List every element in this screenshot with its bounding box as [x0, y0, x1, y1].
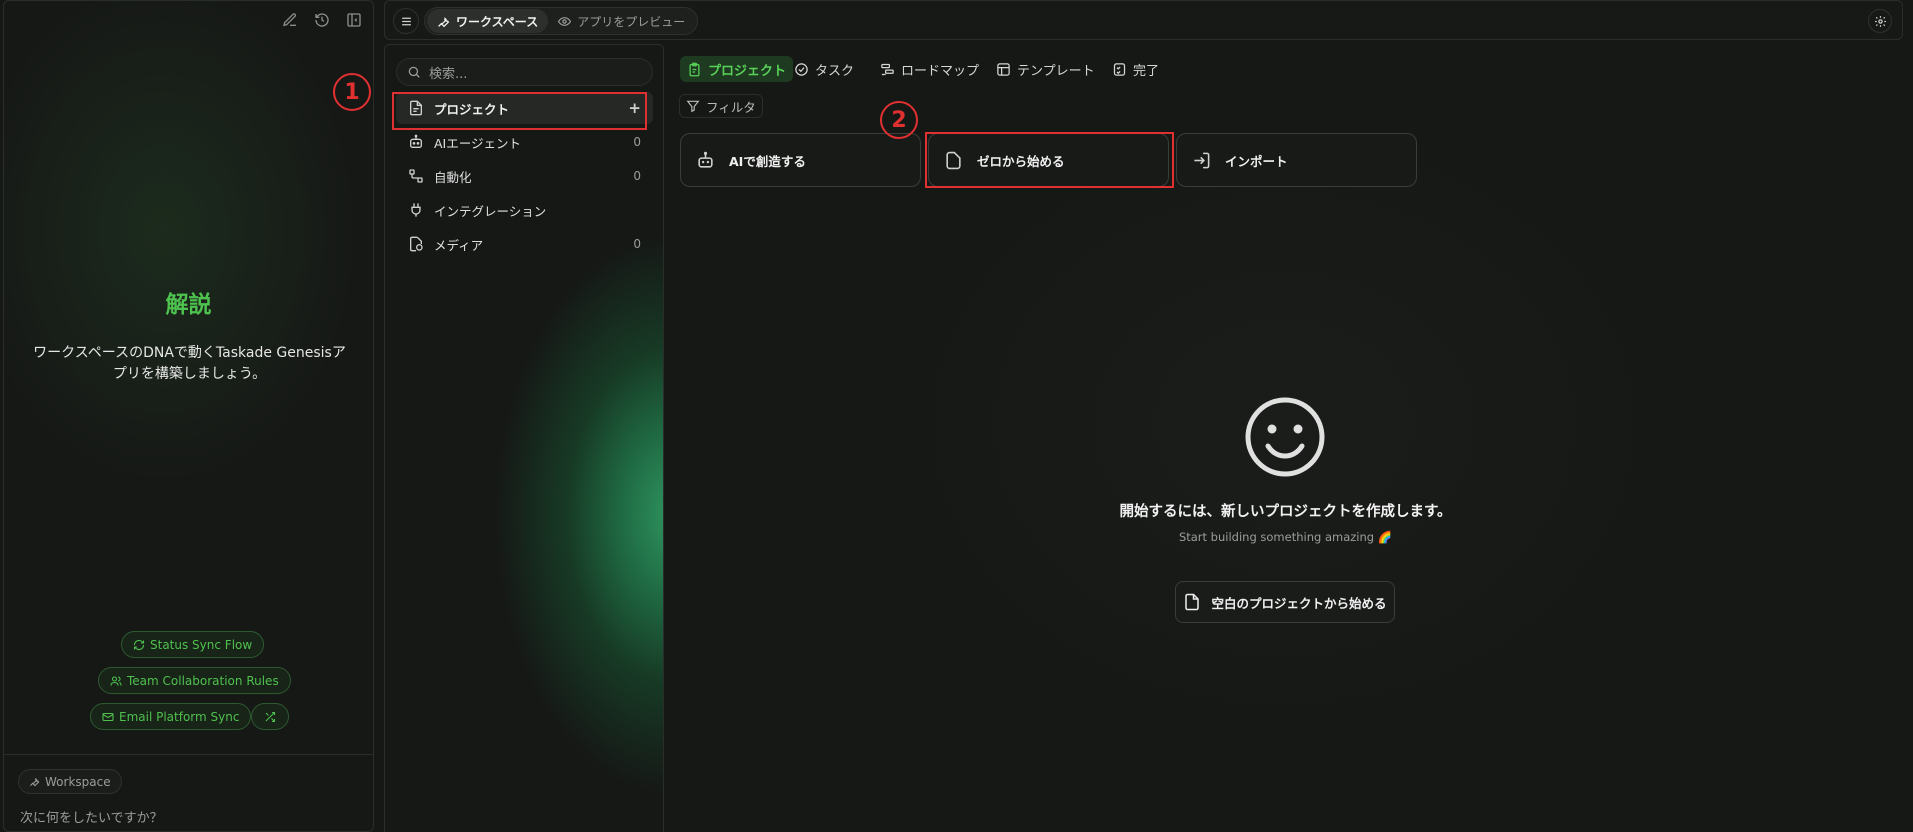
top-bar: ワークスペース アプリをプレビュー: [384, 0, 1903, 40]
step-1-badge: 1: [333, 73, 371, 111]
suggestion-chip[interactable]: Team Collaboration Rules: [98, 667, 291, 694]
main-content: プロジェクト タスク ロードマップ テンプレート 完了 フィルタ AIで創造する…: [664, 44, 1913, 832]
search-placeholder: 検索...: [429, 66, 468, 82]
robot-icon: [696, 151, 715, 170]
clipboard-icon: [687, 62, 702, 77]
mail-icon: [102, 711, 114, 723]
wrench-icon: [29, 776, 40, 787]
start-from-scratch-button[interactable]: ゼロから始める: [928, 133, 1169, 187]
explain-title: 解説: [165, 292, 212, 318]
divider: [4, 754, 373, 755]
nav-item-label: AIエージェント: [434, 135, 521, 151]
menu-button[interactable]: [393, 8, 419, 34]
nav-item-label: メディア: [434, 237, 484, 253]
workspace-tag[interactable]: Workspace: [18, 769, 122, 794]
document-icon: [408, 100, 424, 116]
import-icon: [1192, 151, 1211, 170]
wrench-icon: [437, 15, 450, 28]
plug-icon: [408, 202, 424, 218]
search-input[interactable]: 検索...: [396, 58, 653, 86]
start-blank-project-button[interactable]: 空白のプロジェクトから始める: [1175, 581, 1395, 623]
collapse-panel-icon[interactable]: [345, 11, 363, 29]
users-icon: [110, 675, 122, 687]
nav-item-automation[interactable]: 自動化 0: [396, 160, 653, 192]
nav-item-count: 0: [633, 135, 641, 149]
history-icon[interactable]: [313, 11, 331, 29]
suggestion-chip[interactable]: Email Platform Sync: [90, 703, 252, 730]
tab-label: タスク: [815, 63, 855, 79]
empty-state-title: 開始するには、新しいプロジェクトを作成します。: [1119, 504, 1452, 520]
nav-item-label: プロジェクト: [434, 101, 510, 117]
action-label: ゼロから始める: [977, 153, 1065, 169]
tab-roadmap[interactable]: ロードマップ: [873, 56, 986, 82]
hamburger-icon: [400, 15, 413, 28]
step-2-badge: 2: [880, 101, 918, 139]
filter-label: フィルタ: [706, 99, 756, 115]
roadmap-icon: [880, 62, 895, 77]
done-icon: [1112, 62, 1127, 77]
suggestion-label: Email Platform Sync: [119, 709, 240, 724]
nav-item-count: 0: [633, 237, 641, 251]
smiley-icon: [1244, 396, 1326, 478]
nav-item-media[interactable]: メディア 0: [396, 228, 653, 260]
gear-icon: [1874, 15, 1887, 28]
search-icon: [407, 65, 421, 79]
blank-button-label: 空白のプロジェクトから始める: [1211, 595, 1387, 611]
tab-templates[interactable]: テンプレート: [989, 56, 1102, 82]
new-chat-icon[interactable]: [281, 11, 299, 29]
tab-label: プロジェクト: [708, 63, 787, 79]
action-label: AIで創造する: [729, 153, 806, 169]
tab-done[interactable]: 完了: [1105, 56, 1166, 82]
tab-preview-label: アプリをプレビュー: [577, 14, 686, 29]
robot-icon: [408, 134, 424, 150]
create-with-ai-button[interactable]: AIで創造する: [680, 133, 921, 187]
filter-button[interactable]: フィルタ: [679, 94, 763, 118]
mode-switch: ワークスペース アプリをプレビュー: [424, 7, 699, 35]
shuffle-icon: [264, 711, 276, 723]
tab-label: テンプレート: [1017, 63, 1095, 79]
flow-icon: [408, 168, 424, 184]
tab-workspace[interactable]: ワークスペース: [427, 9, 549, 33]
nav-item-ai-agents[interactable]: AIエージェント 0: [396, 126, 653, 158]
file-icon: [1183, 593, 1201, 611]
media-icon: [408, 236, 424, 252]
workspace-tag-label: Workspace: [45, 774, 111, 789]
action-label: インポート: [1225, 153, 1288, 169]
refresh-icon: [133, 639, 145, 651]
filter-icon: [686, 99, 700, 113]
template-icon: [996, 62, 1011, 77]
suggestion-chip[interactable]: Status Sync Flow: [121, 631, 265, 658]
chat-input[interactable]: 次に何をしたいですか？: [20, 807, 163, 826]
tab-label: 完了: [1133, 63, 1160, 79]
import-button[interactable]: インポート: [1176, 133, 1417, 187]
chat-toolbar: [281, 11, 363, 29]
shuffle-button[interactable]: [251, 703, 289, 730]
settings-button[interactable]: [1868, 9, 1892, 33]
explain-description: ワークスペースのDNAで動くTaskade Genesisアプリを構築しましょう…: [33, 345, 346, 382]
suggestion-label: Team Collaboration Rules: [127, 673, 279, 688]
nav-item-label: 自動化: [434, 169, 472, 185]
nav-item-projects[interactable]: プロジェクト +: [396, 92, 653, 124]
tab-projects[interactable]: プロジェクト: [680, 56, 794, 82]
check-circle-icon: [794, 62, 809, 77]
blank-page-icon: [944, 151, 963, 170]
nav-item-integrations[interactable]: インテグレーション: [396, 194, 653, 226]
tab-label: ロードマップ: [901, 63, 980, 79]
workspace-nav: 検索... プロジェクト + AIエージェント 0 自動化 0 インテグレーショ…: [384, 44, 664, 832]
add-project-button[interactable]: +: [628, 99, 641, 117]
suggestion-label: Status Sync Flow: [150, 637, 253, 652]
nav-item-label: インテグレーション: [434, 203, 547, 219]
empty-state-subtitle: Start building something amazing 🌈: [1178, 530, 1393, 544]
tab-preview[interactable]: アプリをプレビュー: [548, 9, 695, 33]
tab-workspace-label: ワークスペース: [456, 14, 539, 29]
tab-tasks[interactable]: タスク: [787, 56, 861, 82]
nav-item-count: 0: [633, 169, 641, 183]
eye-icon: [558, 15, 572, 28]
chat-panel: 解説 ワークスペースのDNAで動くTaskade Genesisアプリを構築しま…: [3, 0, 374, 832]
